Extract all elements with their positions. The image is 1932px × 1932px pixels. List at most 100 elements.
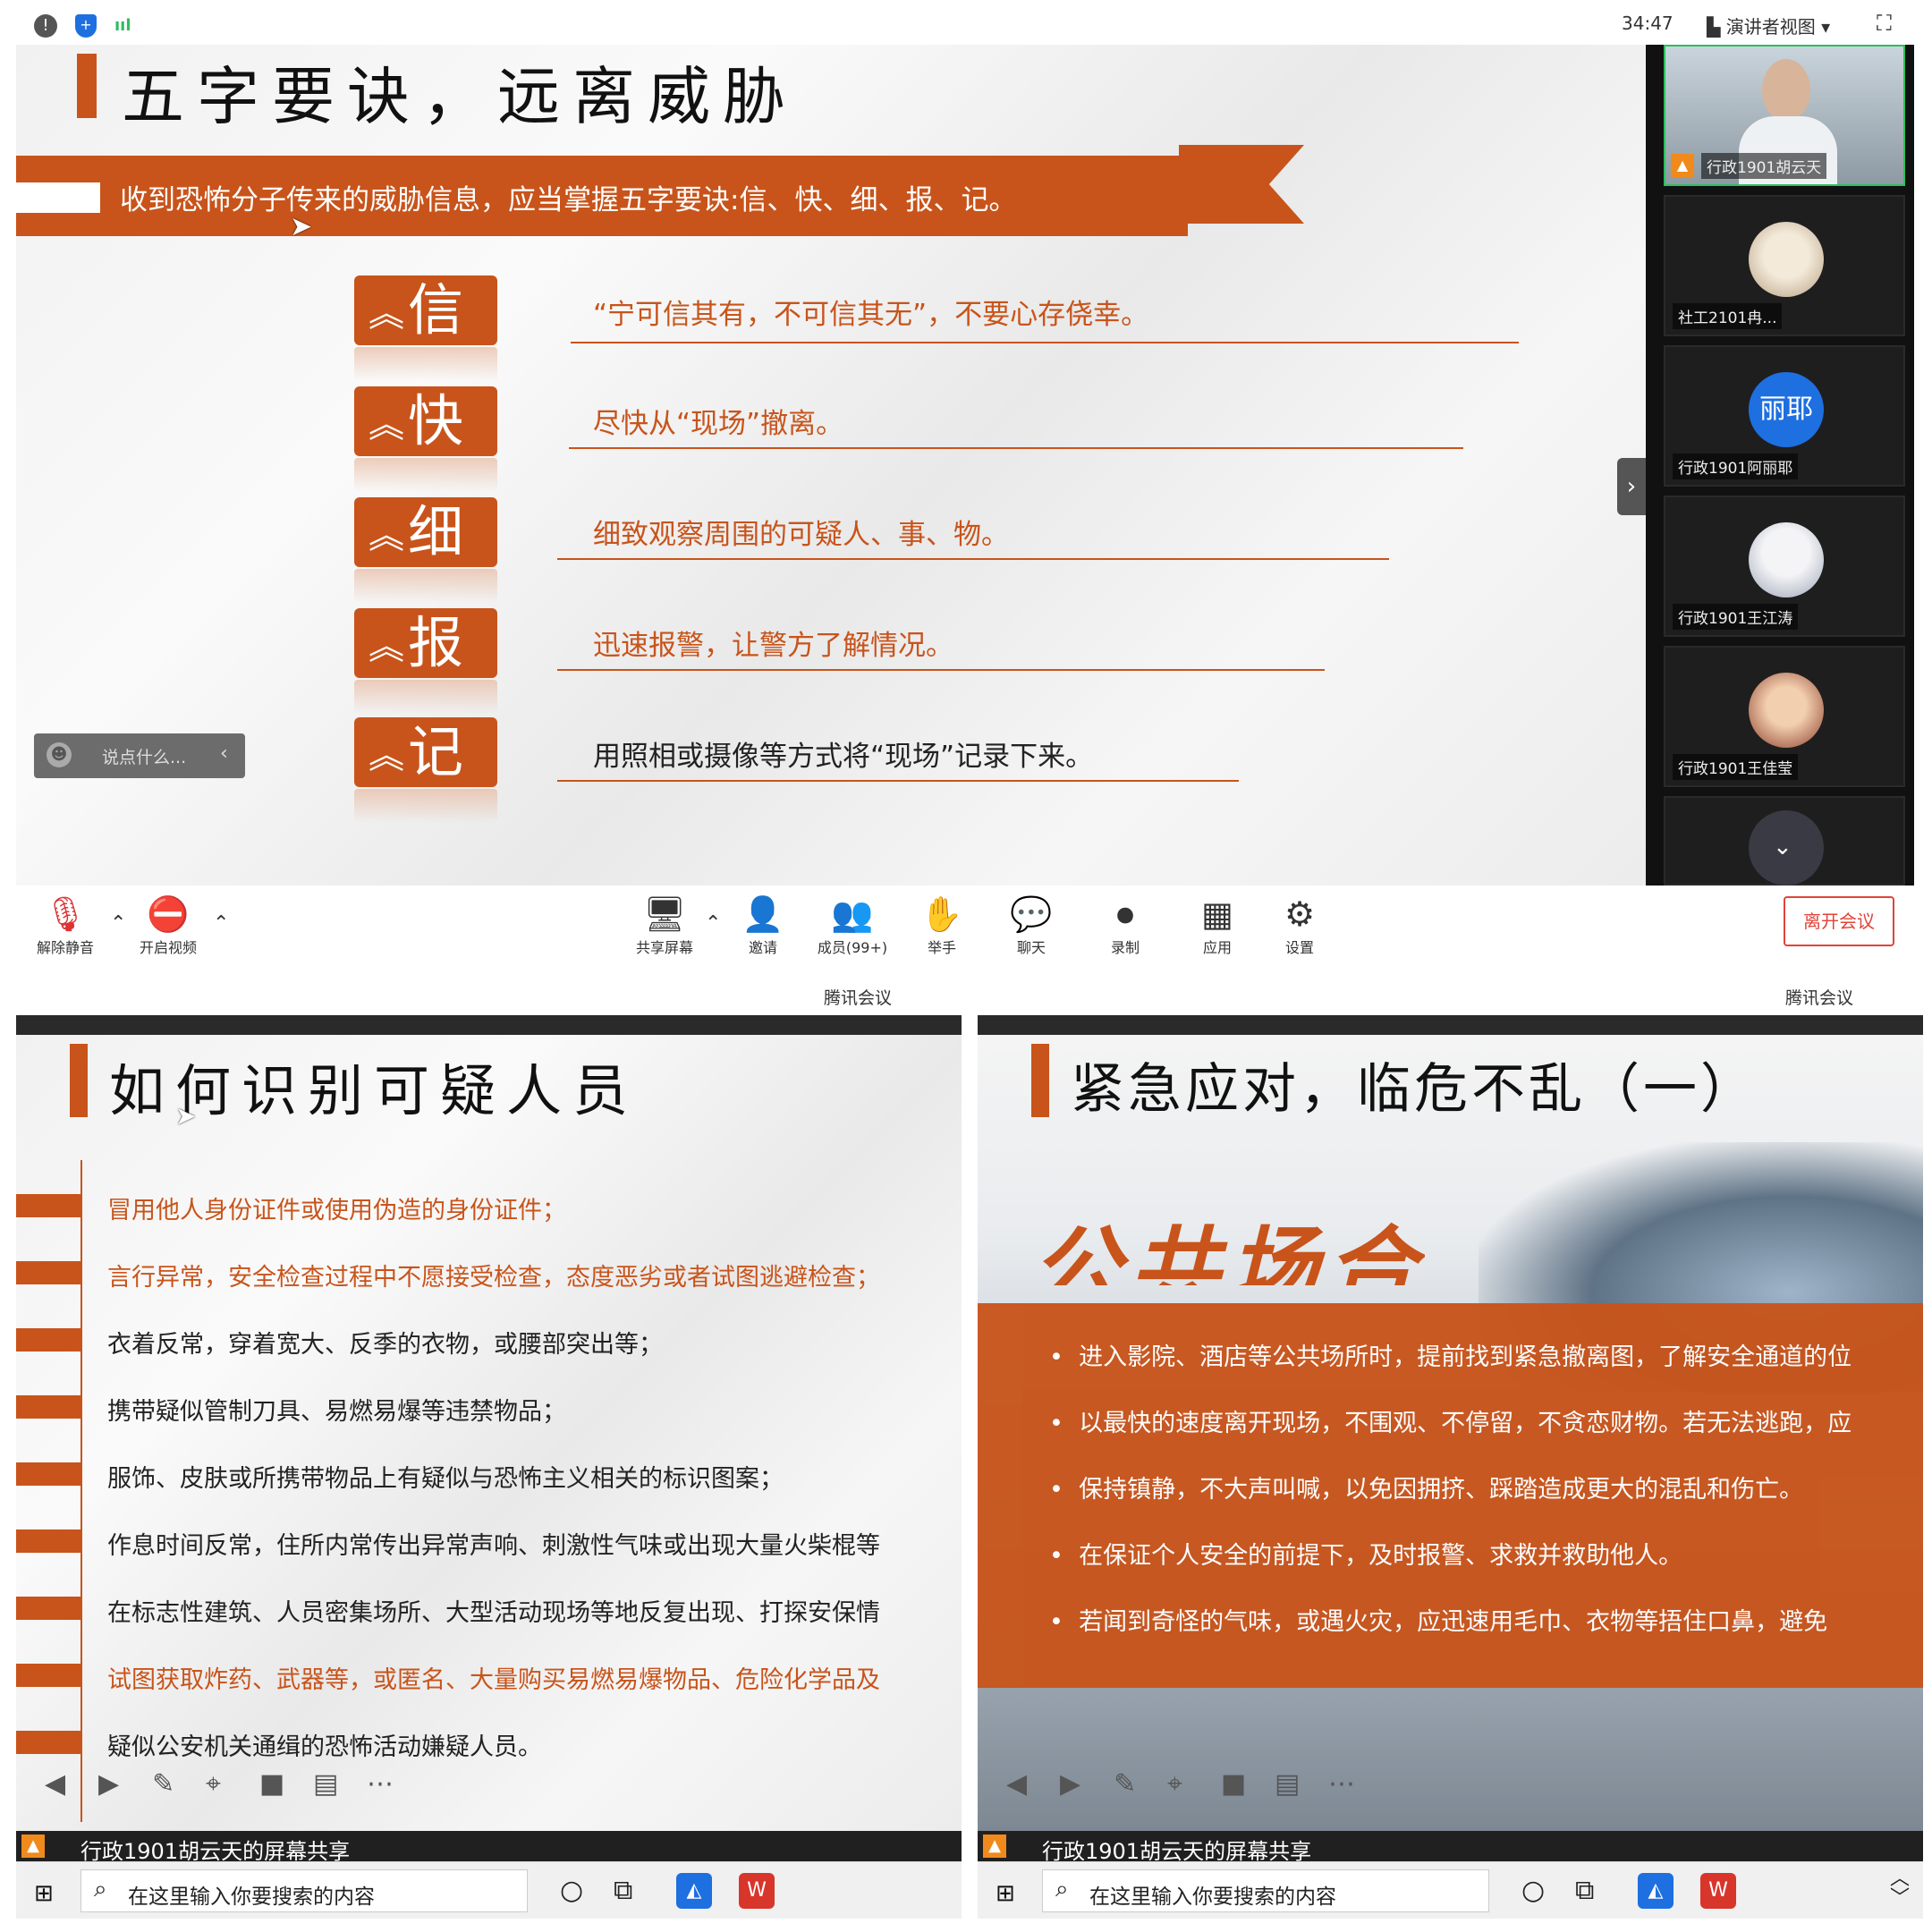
big-heading: 公共场合 (1031, 1216, 1425, 1285)
cortana-icon[interactable]: ○ (1521, 1875, 1545, 1906)
task-view-icon[interactable]: ⧉ (614, 1875, 632, 1906)
record-icon: ⏺ (1116, 894, 1134, 934)
tip-ji: 用照相或摄像等方式将“现场”记录下来。 (593, 741, 1094, 773)
more-icon[interactable]: ⋯ (367, 1768, 394, 1800)
view-mode-dropdown[interactable]: ▙ 演讲者视图 ▾ (1707, 13, 1830, 38)
double-chevron-up-icon: ︽ (369, 734, 404, 776)
taskbar-search-input[interactable]: ⌕ 在这里输入你要搜索的内容 (80, 1869, 528, 1912)
wps-app-icon[interactable]: W (1700, 1873, 1736, 1909)
next-slide-icon[interactable]: ▶ (98, 1768, 119, 1800)
focus-icon[interactable]: ⌖ (1167, 1768, 1182, 1800)
double-chevron-up-icon: ︽ (369, 514, 404, 556)
leave-meeting-button[interactable]: 离开会议 (1784, 896, 1894, 946)
tencent-meeting-app-icon[interactable]: ◭ (676, 1873, 712, 1909)
pen-icon[interactable]: ✎ (152, 1768, 174, 1800)
app-label: 腾讯会议 (1784, 988, 1853, 1008)
participant-tile[interactable]: ⌄ (1664, 796, 1905, 886)
chevron-up-icon[interactable]: ⌃ (213, 912, 229, 935)
title-accent-bar (77, 54, 97, 118)
chevron-up-icon[interactable]: ⌃ (705, 912, 721, 935)
apps-button[interactable]: ▦ 应用 (1177, 893, 1258, 957)
tencent-meeting-app-icon[interactable]: ◭ (1638, 1873, 1674, 1909)
start-video-button[interactable]: ⛔ 开启视频 (128, 893, 208, 957)
slide-title: 紧急应对，临危不乱（一） (1071, 1058, 1758, 1121)
windows-start-icon[interactable]: ⊞ (996, 1880, 1015, 1907)
record-button[interactable]: ⏺ 录制 (1085, 893, 1165, 957)
list-item: 言行异常，安全检查过程中不愿接受检查，态度恶劣或者试图逃避检查； (107, 1264, 880, 1292)
windows-start-icon[interactable]: ⊞ (34, 1880, 54, 1907)
chat-button[interactable]: 💬 聊天 (991, 893, 1072, 957)
double-chevron-up-icon: ︽ (369, 403, 404, 445)
bullet-item: • 进入影院、酒店等公共场所时，提前找到紧急撤离图，了解安全通道的位 (1049, 1343, 1852, 1371)
add-user-icon: 👤 (741, 894, 784, 934)
tip-underline (571, 342, 1519, 343)
status-bar: ! + ııl 34:47 ▙ 演讲者视图 ▾ ⛶ (16, 9, 1914, 45)
scroll-arrows-icon[interactable]: ︿ ﹀ (1890, 1869, 1910, 1909)
camera-icon[interactable]: ■ (259, 1768, 284, 1800)
letter-xin: ︽信 (354, 275, 497, 345)
participant-tile[interactable]: 丽耶 行政1901阿丽耶 (1664, 345, 1905, 487)
screen-share-label: ▲ 行政1901胡云天的屏幕共享 (978, 1831, 1923, 1864)
share-screen-button[interactable]: 🖥 共享屏幕 (624, 893, 705, 957)
list-guide-line (80, 1160, 82, 1822)
chevron-down-icon: ▾ (1815, 16, 1831, 38)
raise-hand-button[interactable]: ✋ 举手 (902, 893, 982, 957)
pen-icon[interactable]: ✎ (1114, 1768, 1136, 1800)
collapse-chat-icon[interactable]: ‹ (220, 742, 228, 765)
share-screen-icon: 🖥 (642, 894, 687, 934)
letter-kuai: ︽快 (354, 386, 497, 456)
participant-tile[interactable]: ▲ 行政1901胡云天 (1664, 45, 1905, 186)
banner-text: 收到恐怖分子传来的威胁信息，应当掌握五字要诀:信、快、细、报、记。 (120, 184, 1017, 216)
members-button[interactable]: 👥 成员(99+) (812, 893, 893, 957)
emoji-icon[interactable]: ☻ (47, 742, 72, 767)
participant-tile[interactable]: 行政1901王佳莹 (1664, 646, 1905, 787)
task-view-icon[interactable]: ⧉ (1575, 1875, 1594, 1906)
invite-button[interactable]: 👤 邀请 (723, 893, 803, 957)
mouse-pointer-icon: ➤ (290, 211, 313, 242)
letter-xi: ︽细 (354, 497, 497, 567)
settings-button[interactable]: ⚙ 设置 (1259, 893, 1340, 957)
search-icon: ⌕ (1055, 1876, 1069, 1902)
camera-icon[interactable]: ■ (1221, 1768, 1246, 1800)
bullet-item: • 在保证个人安全的前提下，及时报警、求救并救助他人。 (1049, 1542, 1683, 1570)
app-label: 腾讯会议 (823, 988, 892, 1008)
tip-underline (557, 780, 1239, 782)
mic-muted-icon: 🎙 (43, 894, 88, 934)
hand-icon: ✋ (920, 894, 963, 934)
tip-xin: “宁可信其有，不可信其无”，不要心存侥幸。 (593, 299, 1149, 331)
more-icon[interactable]: ⋯ (1328, 1768, 1355, 1800)
participant-tile[interactable]: 行政1901王江涛 (1664, 496, 1905, 637)
prev-slide-icon[interactable]: ◀ (45, 1768, 65, 1800)
taskbar-search-input[interactable]: ⌕ 在这里输入你要搜索的内容 (1042, 1869, 1489, 1912)
unmute-button[interactable]: 🎙 解除静音 (25, 893, 106, 957)
title-accent-bar (1031, 1044, 1049, 1117)
scroll-down-icon[interactable]: ⌄ (1773, 834, 1792, 860)
side-panel-toggle[interactable]: › (1617, 458, 1646, 515)
subtitle-icon[interactable]: ▤ (1275, 1768, 1300, 1800)
subtitle-icon[interactable]: ▤ (313, 1768, 338, 1800)
prev-slide-icon[interactable]: ◀ (1006, 1768, 1027, 1800)
bullet-item: • 若闻到奇怪的气味，或遇火灾，应迅速用毛巾、衣物等捂住口鼻，避免 (1049, 1608, 1828, 1636)
list-item: 在标志性建筑、人员密集场所、大型活动现场等地反复出现、打探安保情 (107, 1599, 880, 1627)
fullscreen-icon[interactable]: ⛶ (1877, 11, 1892, 36)
users-icon: 👥 (831, 894, 874, 934)
list-item: 携带疑似管制刀具、易燃易爆等违禁物品； (107, 1398, 566, 1426)
chevron-up-icon[interactable]: ⌃ (110, 912, 126, 935)
double-chevron-up-icon: ︽ (369, 292, 404, 335)
chat-input[interactable]: ☻ 说点什么... ‹ (34, 733, 245, 778)
camera-off-icon: ⛔ (147, 894, 190, 934)
list-item: 衣着反常，穿着宽大、反季的衣物，或腰部突出等； (107, 1331, 663, 1359)
shared-slide: 如何识别可疑人员 ➤ 冒用他人身份证件或使用伪造的身份证件； 言行异常，安全检查… (16, 1035, 962, 1831)
signal-icon[interactable]: ııl (114, 16, 131, 35)
cortana-icon[interactable]: ○ (560, 1875, 583, 1906)
tip-xi: 细致观察周围的可疑人、事、物。 (593, 519, 1009, 551)
shield-icon[interactable]: + (75, 14, 97, 38)
info-icon[interactable]: ! (34, 14, 57, 38)
bottom-right-panel: 腾讯会议 紧急应对，临危不乱（一） 公共场合 • 进入影院、酒店等公共场所时，提… (978, 979, 1923, 1919)
wps-app-icon[interactable]: W (739, 1873, 775, 1909)
next-slide-icon[interactable]: ▶ (1060, 1768, 1080, 1800)
search-icon: ⌕ (94, 1876, 107, 1902)
user-icon: ▲ (1671, 154, 1694, 177)
participant-tile[interactable]: 社工2101冉... (1664, 195, 1905, 336)
focus-icon[interactable]: ⌖ (206, 1768, 221, 1800)
